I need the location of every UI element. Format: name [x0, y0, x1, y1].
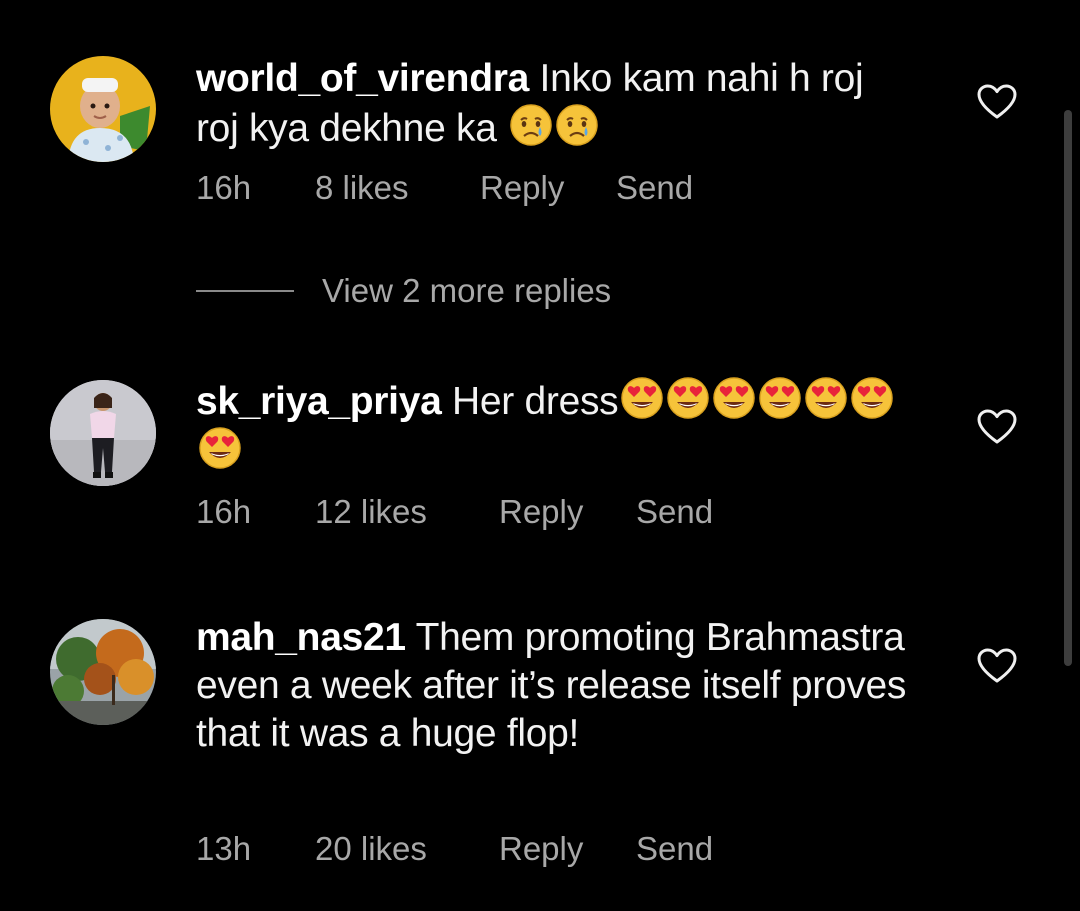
heart-eyes-face-icon: [712, 376, 756, 420]
view-replies-label: View 2 more replies: [322, 272, 612, 309]
heart-eyes-face-icon: [804, 376, 848, 420]
heart-icon[interactable]: [977, 84, 1017, 120]
comment-time: 16h: [196, 169, 252, 206]
reply-button[interactable]: Reply: [480, 169, 564, 207]
send-button[interactable]: Send: [616, 169, 693, 207]
heart-eyes-face-icon: [758, 376, 802, 420]
comment-likes[interactable]: 8 likes: [315, 169, 409, 207]
comment-body: mah_nas21 Them promoting Brahmastra even…: [196, 614, 926, 758]
comment-text: Her dress: [452, 380, 619, 423]
heart-icon[interactable]: [977, 409, 1017, 445]
avatar[interactable]: [50, 56, 156, 162]
view-replies-button[interactable]: View 2 more replies: [196, 272, 696, 312]
comment-username[interactable]: world_of_virendra: [196, 57, 529, 100]
comment-body: world_of_virendra Inko kam nahi h roj ro…: [196, 55, 916, 153]
comment-time: 13h: [196, 830, 252, 867]
comment-likes[interactable]: 20 likes: [315, 830, 427, 868]
reply-button[interactable]: Reply: [499, 830, 583, 868]
avatar[interactable]: [50, 619, 156, 725]
comment-username[interactable]: mah_nas21: [196, 616, 406, 659]
avatar[interactable]: [50, 380, 156, 486]
divider: [196, 290, 294, 292]
comment-time: 16h: [196, 493, 252, 530]
send-button[interactable]: Send: [636, 830, 713, 868]
heart-eyes-face-icon: [850, 376, 894, 420]
heart-eyes-face-icon: [198, 426, 242, 470]
send-button[interactable]: Send: [636, 493, 713, 531]
comment-username[interactable]: sk_riya_priya: [196, 380, 442, 423]
heart-eyes-face-icon: [666, 376, 710, 420]
scrollbar[interactable]: [1064, 110, 1072, 666]
crying-face-icon: [555, 103, 599, 147]
comment-body: sk_riya_priya Her dress: [196, 376, 916, 476]
comment-likes[interactable]: 12 likes: [315, 493, 427, 531]
crying-face-icon: [509, 103, 553, 147]
reply-button[interactable]: Reply: [499, 493, 583, 531]
heart-eyes-face-icon: [620, 376, 664, 420]
heart-icon[interactable]: [977, 648, 1017, 684]
